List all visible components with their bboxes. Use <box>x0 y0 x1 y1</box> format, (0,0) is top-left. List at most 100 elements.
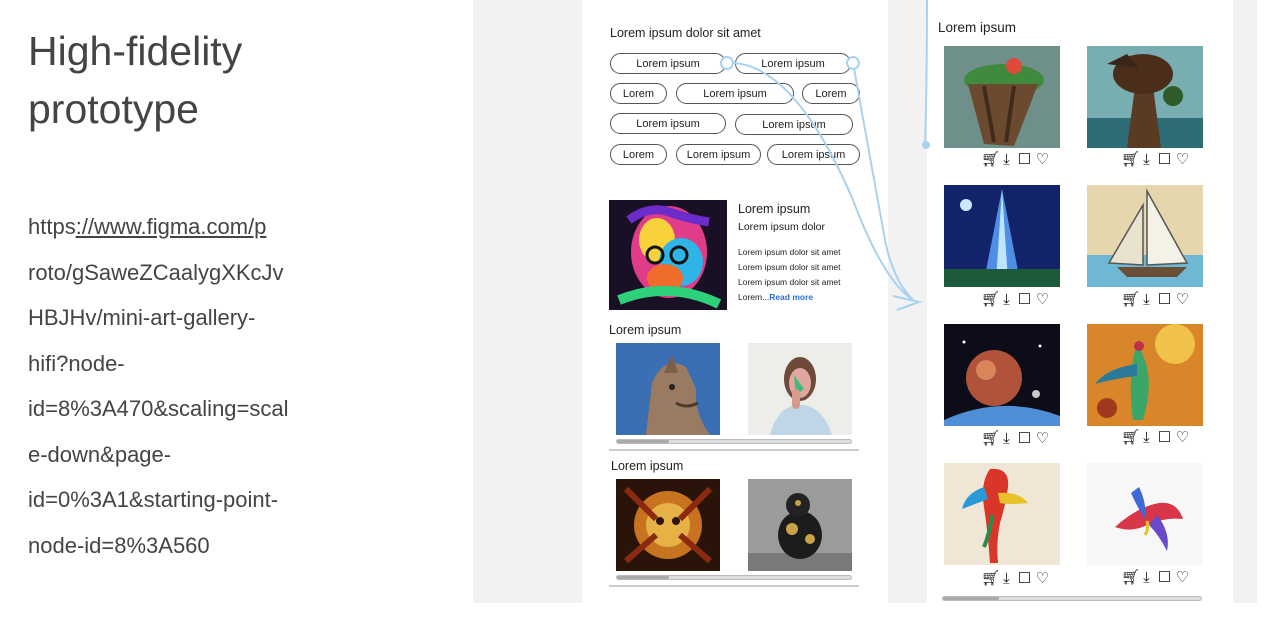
cart-icon[interactable]: 🛒︎ <box>1121 152 1140 168</box>
gallery-artwork[interactable] <box>1087 324 1203 426</box>
download-icon[interactable]: ⤓ <box>1139 292 1154 308</box>
prototype-screen-gallery: Lorem ipsum 🛒︎ ⤓ ☐ ♡ 🛒︎ ⤓ ☐ ♡ 🛒︎ ⤓ ☐ ♡ 🛒… <box>927 0 1233 603</box>
tree-house-artwork-icon <box>1087 46 1203 148</box>
artwork-thumbnail[interactable] <box>748 479 852 571</box>
artwork-actions: 🛒︎ ⤓ ☐ ♡ <box>1121 570 1190 586</box>
hummingbird-artwork-icon <box>1087 324 1203 426</box>
featured-body-line: Lorem...Read more <box>738 292 814 302</box>
macaw-watercolor-artwork-icon <box>1087 463 1203 565</box>
tag-chip[interactable]: Lorem ipsum <box>735 114 853 135</box>
url-line[interactable]: https://www.figma.com/p <box>28 204 328 250</box>
artwork-thumbnail[interactable] <box>616 479 720 571</box>
url-line[interactable]: id=0%3A1&starting-point- <box>28 477 328 523</box>
artwork-thumbnail[interactable] <box>748 343 852 435</box>
portrait-artwork-icon <box>609 200 727 310</box>
artwork-actions: 🛒︎ ⤓ ☐ ♡ <box>981 152 1050 168</box>
comment-icon[interactable]: ☐ <box>1017 152 1032 168</box>
tag-chip[interactable]: Lorem <box>610 144 667 165</box>
tag-chip[interactable]: Lorem ipsum <box>676 83 794 104</box>
download-icon[interactable]: ⤓ <box>1139 430 1154 446</box>
comment-icon[interactable]: ☐ <box>1017 431 1032 447</box>
gallery-artwork[interactable] <box>1087 185 1203 287</box>
comment-icon[interactable]: ☐ <box>1157 570 1172 586</box>
tag-chip[interactable]: Lorem ipsum <box>735 53 851 74</box>
gallery-artwork[interactable] <box>944 463 1060 565</box>
gallery-heading: Lorem ipsum <box>938 20 1017 35</box>
comment-icon[interactable]: ☐ <box>1157 292 1172 308</box>
featured-body-line: Lorem ipsum dolor sit amet <box>738 247 841 257</box>
artwork-actions: 🛒︎ ⤓ ☐ ♡ <box>981 431 1050 447</box>
gallery-artwork[interactable] <box>944 185 1060 287</box>
cart-icon[interactable]: 🛒︎ <box>1121 430 1140 446</box>
cart-icon[interactable]: 🛒︎ <box>981 152 1000 168</box>
tag-chip[interactable]: Lorem ipsum <box>767 144 860 165</box>
title-line-1: High-fidelity <box>28 28 243 74</box>
figma-canvas: Lorem ipsum dolor sit amet Lorem ipsum L… <box>473 0 1257 603</box>
gallery-artwork[interactable] <box>944 46 1060 148</box>
artwork-actions: 🛒︎ ⤓ ☐ ♡ <box>981 571 1050 587</box>
cart-icon[interactable]: 🛒︎ <box>1121 292 1140 308</box>
tag-chip[interactable]: Lorem ipsum <box>610 53 726 74</box>
parrot-artwork-icon <box>944 463 1060 565</box>
sculpture-artwork-icon <box>748 479 852 571</box>
tag-chip[interactable]: Lorem <box>802 83 860 104</box>
heart-icon[interactable]: ♡ <box>1035 292 1050 308</box>
gallery-artwork[interactable] <box>1087 46 1203 148</box>
heart-icon[interactable]: ♡ <box>1175 570 1190 586</box>
download-icon[interactable]: ⤓ <box>1139 152 1154 168</box>
divider <box>609 449 859 451</box>
heart-icon[interactable]: ♡ <box>1035 571 1050 587</box>
heart-icon[interactable]: ♡ <box>1175 152 1190 168</box>
slide-title: High-fidelity prototype <box>28 22 428 138</box>
comment-icon[interactable]: ☐ <box>1017 571 1032 587</box>
download-icon[interactable]: ⤓ <box>999 152 1014 168</box>
heart-icon[interactable]: ♡ <box>1175 292 1190 308</box>
artwork-actions: 🛒︎ ⤓ ☐ ♡ <box>1121 292 1190 308</box>
heart-icon[interactable]: ♡ <box>1035 431 1050 447</box>
cart-icon[interactable]: 🛒︎ <box>981 292 1000 308</box>
carousel-scrollbar[interactable] <box>616 439 852 444</box>
scrollbar-thumb[interactable] <box>943 597 999 600</box>
comment-icon[interactable]: ☐ <box>1017 292 1032 308</box>
comment-icon[interactable]: ☐ <box>1157 430 1172 446</box>
url-line[interactable]: node-id=8%3A560 <box>28 523 328 569</box>
tag-chip[interactable]: Lorem ipsum <box>610 113 726 134</box>
carousel-scrollbar[interactable] <box>616 575 852 580</box>
woman-portrait-artwork-icon <box>748 343 852 435</box>
scrollbar-thumb[interactable] <box>617 576 669 579</box>
heart-icon[interactable]: ♡ <box>1175 430 1190 446</box>
comment-icon[interactable]: ☐ <box>1157 152 1172 168</box>
prototype-link[interactable]: https://www.figma.com/p roto/gSaweZCaaly… <box>28 204 328 568</box>
section-title: Lorem ipsum <box>611 459 684 473</box>
cart-icon[interactable]: 🛒︎ <box>1121 570 1140 586</box>
download-icon[interactable]: ⤓ <box>999 571 1014 587</box>
download-icon[interactable]: ⤓ <box>1139 570 1154 586</box>
tags-heading: Lorem ipsum dolor sit amet <box>610 26 761 40</box>
section-title: Lorem ipsum <box>609 323 682 337</box>
artwork-thumbnail[interactable] <box>616 343 720 435</box>
floating-island-artwork-icon <box>944 46 1060 148</box>
cart-icon[interactable]: 🛒︎ <box>981 571 1000 587</box>
sailboat-artwork-icon <box>1087 185 1203 287</box>
ice-crystal-artwork-icon <box>944 185 1060 287</box>
url-line[interactable]: id=8%3A470&scaling=scal <box>28 386 328 432</box>
heart-icon[interactable]: ♡ <box>1035 152 1050 168</box>
tag-chip[interactable]: Lorem ipsum <box>676 144 761 165</box>
gallery-scrollbar[interactable] <box>942 596 1202 601</box>
gallery-artwork[interactable] <box>1087 463 1203 565</box>
gallery-artwork[interactable] <box>944 324 1060 426</box>
download-icon[interactable]: ⤓ <box>999 431 1014 447</box>
featured-title: Lorem ipsum <box>738 202 811 216</box>
url-line[interactable]: hifi?node- <box>28 341 328 387</box>
url-line[interactable]: HBJHv/mini-art-gallery- <box>28 295 328 341</box>
read-more-link[interactable]: Read more <box>769 292 813 302</box>
url-line[interactable]: e-down&page- <box>28 432 328 478</box>
download-icon[interactable]: ⤓ <box>999 292 1014 308</box>
artwork-actions: 🛒︎ ⤓ ☐ ♡ <box>981 292 1050 308</box>
cart-icon[interactable]: 🛒︎ <box>981 431 1000 447</box>
featured-artwork-image[interactable] <box>609 200 727 310</box>
scrollbar-thumb[interactable] <box>617 440 669 443</box>
url-line[interactable]: roto/gSaweZCaalygXKcJv <box>28 250 328 296</box>
planet-artwork-icon <box>944 324 1060 426</box>
tag-chip[interactable]: Lorem <box>610 83 667 104</box>
